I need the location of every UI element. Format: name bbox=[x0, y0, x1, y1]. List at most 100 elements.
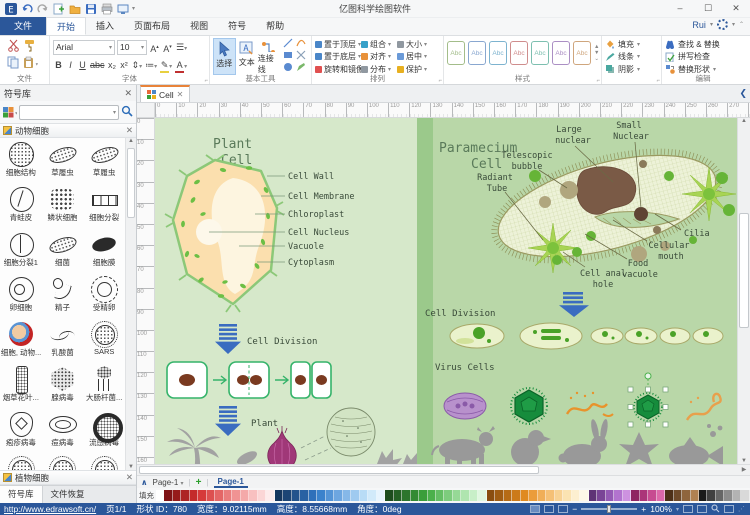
symbol-item[interactable]: 细胞分裂 bbox=[83, 183, 125, 228]
symbol-item[interactable] bbox=[42, 453, 84, 470]
font-color-icon[interactable]: A▾ bbox=[174, 58, 188, 72]
zoom-in-icon[interactable]: + bbox=[641, 504, 646, 514]
color-swatch[interactable] bbox=[512, 490, 520, 501]
label-small-nuclear[interactable]: Small bbox=[616, 121, 642, 131]
color-swatch[interactable] bbox=[631, 490, 639, 501]
label-chloroplast[interactable]: Chloroplast bbox=[288, 210, 344, 220]
color-swatch[interactable] bbox=[563, 490, 571, 501]
horizontal-scrollbar[interactable]: ▶ bbox=[137, 464, 750, 475]
color-swatch[interactable] bbox=[487, 490, 495, 501]
panel-close-icon[interactable]: ✕ bbox=[124, 88, 132, 99]
menu-tab[interactable]: 文件 bbox=[0, 17, 46, 35]
vertical-scroll-thumb[interactable] bbox=[739, 213, 749, 328]
color-swatch[interactable] bbox=[648, 490, 656, 501]
color-swatch[interactable] bbox=[691, 490, 699, 501]
color-swatch[interactable] bbox=[173, 490, 181, 501]
cut-icon[interactable] bbox=[7, 39, 23, 54]
save-icon[interactable] bbox=[84, 2, 97, 15]
symbol-item[interactable]: 卵细胞 bbox=[0, 273, 42, 318]
rotation-handle[interactable] bbox=[645, 373, 651, 379]
print-icon[interactable] bbox=[100, 2, 113, 15]
color-swatch[interactable] bbox=[589, 490, 597, 501]
find-replace-button[interactable]: 查找 & 替换 bbox=[665, 38, 741, 51]
symbol-item[interactable]: 青蛙皮 bbox=[0, 183, 42, 228]
arrange-dialog-launcher-icon[interactable]: ⌐ bbox=[438, 78, 442, 84]
maximize-button[interactable]: ☐ bbox=[694, 0, 722, 17]
strikethrough-button[interactable]: abc bbox=[89, 58, 106, 72]
bullet-list-icon[interactable]: ≔▾ bbox=[144, 58, 158, 72]
label-cellular-mouth[interactable]: Cellular bbox=[649, 241, 690, 251]
format-dialog-launcher-icon[interactable]: ⌐ bbox=[656, 78, 660, 84]
symbol-item[interactable]: 疱疹病毒 bbox=[0, 408, 42, 453]
color-swatch[interactable] bbox=[470, 490, 478, 501]
color-swatch[interactable] bbox=[300, 490, 308, 501]
zoom-slider[interactable] bbox=[581, 508, 637, 510]
down-arrow-icon[interactable] bbox=[559, 292, 589, 317]
symbol-scrollbar[interactable]: ▲ ▼ bbox=[125, 138, 136, 470]
style-sample-button[interactable]: Abc bbox=[489, 41, 507, 65]
color-swatch[interactable] bbox=[164, 490, 172, 501]
view-mode-normal-icon[interactable] bbox=[530, 505, 540, 513]
label-food-vacuole[interactable]: Food bbox=[628, 259, 648, 269]
purple-virus-shape[interactable] bbox=[444, 393, 486, 419]
section-header-animal-cells[interactable]: 动物细胞 ✕ bbox=[0, 123, 136, 138]
library-picker-icon[interactable]: ▾ bbox=[3, 106, 17, 119]
color-swatch[interactable] bbox=[444, 490, 452, 501]
paramecium-division-sequence[interactable] bbox=[450, 323, 723, 349]
svg-text:nuclear[interactable]: nuclear bbox=[555, 136, 591, 146]
color-swatch[interactable] bbox=[275, 490, 283, 501]
line-button[interactable]: 线条▾ bbox=[605, 51, 658, 64]
italic-button[interactable]: I bbox=[65, 58, 76, 72]
color-swatch[interactable] bbox=[190, 490, 198, 501]
style-dialog-launcher-icon[interactable]: ⌐ bbox=[596, 78, 600, 84]
color-swatch[interactable] bbox=[623, 490, 631, 501]
text-align-icon[interactable]: ☰▾ bbox=[175, 40, 188, 54]
symbol-item[interactable]: 痘病毒 bbox=[42, 408, 84, 453]
document-tab-cell[interactable]: Cell ✕ bbox=[140, 85, 190, 102]
increase-font-icon[interactable]: A▴ bbox=[149, 40, 160, 54]
line-spacing-icon[interactable]: ⇕▾ bbox=[131, 58, 144, 72]
color-swatch[interactable] bbox=[334, 490, 342, 501]
settings-caret-icon[interactable]: ▾ bbox=[732, 21, 735, 28]
superscript-button[interactable]: x² bbox=[119, 58, 130, 72]
section-close-icon[interactable]: ✕ bbox=[126, 472, 133, 483]
color-swatch[interactable] bbox=[614, 490, 622, 501]
vertical-scrollbar[interactable]: ▲ ▼ bbox=[737, 118, 750, 464]
search-icon[interactable] bbox=[121, 105, 133, 119]
color-swatch[interactable] bbox=[546, 490, 554, 501]
label-radiant-tube[interactable]: Radiant bbox=[477, 173, 513, 183]
symbol-item[interactable]: 大肠杆菌... bbox=[83, 363, 125, 408]
label-cell-anal-hole[interactable]: Cell anal bbox=[580, 269, 626, 279]
grid-view-icon[interactable] bbox=[724, 505, 734, 513]
undo-icon[interactable] bbox=[20, 2, 33, 15]
symbol-item[interactable]: 细胞结构 bbox=[0, 138, 42, 183]
zoom-level[interactable]: 100% bbox=[650, 504, 672, 514]
open-folder-icon[interactable] bbox=[68, 2, 81, 15]
fit-page-icon[interactable] bbox=[683, 505, 693, 513]
plant-cell-shape[interactable] bbox=[165, 155, 284, 312]
color-swatch[interactable] bbox=[283, 490, 291, 501]
symbol-search-input[interactable]: ▾ bbox=[19, 105, 119, 120]
color-swatch[interactable] bbox=[741, 490, 749, 501]
curve-tool-icon[interactable] bbox=[296, 38, 306, 50]
color-swatch[interactable] bbox=[258, 490, 266, 501]
symbol-item[interactable]: 细胞, 动物... bbox=[0, 318, 42, 363]
scroll-right-icon[interactable]: ▶ bbox=[738, 465, 750, 475]
page-paramecium-cell[interactable]: Paramecium Cell bbox=[417, 118, 737, 464]
symbol-item[interactable]: 草履虫 bbox=[83, 138, 125, 183]
label-virus-cells[interactable]: Virus Cells bbox=[435, 363, 495, 373]
color-swatch[interactable] bbox=[674, 490, 682, 501]
color-swatch[interactable] bbox=[232, 490, 240, 501]
color-swatch[interactable] bbox=[266, 490, 274, 501]
fit-width-icon[interactable] bbox=[697, 505, 707, 513]
label-cilia[interactable]: Cilia bbox=[684, 229, 710, 239]
color-swatch[interactable] bbox=[343, 490, 351, 501]
animal-silhouettes[interactable] bbox=[432, 419, 723, 464]
color-swatch[interactable] bbox=[419, 490, 427, 501]
symbol-item[interactable]: 腺病毒 bbox=[42, 363, 84, 408]
color-swatch[interactable] bbox=[529, 490, 537, 501]
menu-tab[interactable]: 页面布局 bbox=[124, 17, 180, 35]
menu-tab[interactable]: 开始 bbox=[46, 17, 86, 35]
gear-icon[interactable] bbox=[717, 19, 728, 30]
section-header-plant-cells[interactable]: 植物细胞 ✕ bbox=[0, 470, 136, 485]
